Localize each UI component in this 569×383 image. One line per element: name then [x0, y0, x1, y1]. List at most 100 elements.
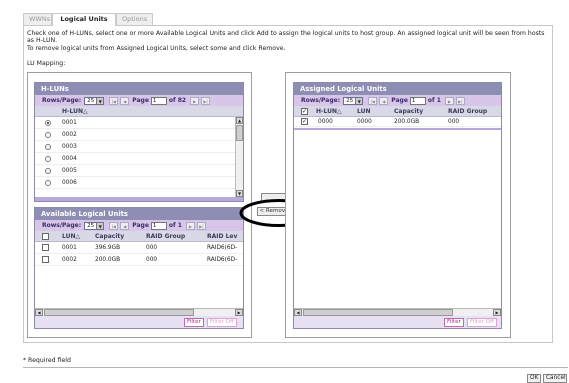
rows-per-page-select[interactable]: 25 ▼ [84, 221, 105, 230]
page-label: Page [391, 97, 408, 104]
table-row[interactable]: 0001 [35, 117, 243, 129]
scroll-right-icon[interactable]: ▶ [235, 309, 243, 316]
row-radio[interactable] [45, 180, 51, 186]
first-page-icon[interactable]: |◀ [368, 96, 378, 105]
rows-per-page-select[interactable]: 25 ▼ [84, 96, 105, 105]
next-page-icon[interactable]: ▶ [190, 96, 200, 105]
select-all-checkbox[interactable]: ✓ [301, 108, 308, 115]
page-label: Page [132, 97, 149, 104]
ok-button[interactable]: OK [527, 374, 541, 383]
assigned-lu-filter-bar: Filter Filter Off [294, 316, 501, 328]
column-lun[interactable]: LUN△ [62, 233, 80, 240]
column-raid-level[interactable]: RAID Lev [207, 233, 237, 240]
available-lu-column-header: LUN△ Capacity RAID Group RAID Lev [35, 231, 243, 242]
last-page-icon[interactable]: ▶| [196, 221, 206, 230]
hluns-footer-bar [35, 197, 243, 201]
scroll-down-icon[interactable]: ▼ [236, 190, 243, 197]
prev-page-icon[interactable]: ◀ [120, 96, 130, 105]
next-page-icon[interactable]: ▶ [444, 96, 454, 105]
column-hlun[interactable]: H-LUN△ [316, 108, 342, 115]
rows-per-page-label: Rows/Page: [301, 97, 341, 104]
page-label: Page [132, 222, 149, 229]
scroll-left-icon[interactable]: ◀ [35, 309, 43, 316]
first-page-icon[interactable]: |◀ [109, 221, 119, 230]
hluns-column-header: H-LUN△ [35, 106, 243, 117]
column-capacity[interactable]: Capacity [95, 233, 124, 240]
last-page-icon[interactable]: ▶| [201, 96, 211, 105]
assigned-lu-title: Assigned Logical Units [294, 83, 501, 95]
scroll-up-icon[interactable]: ▲ [236, 117, 243, 124]
select-all-checkbox[interactable] [42, 233, 49, 240]
chevron-down-icon: ▼ [96, 97, 104, 104]
row-radio[interactable] [45, 132, 51, 138]
row-checkbox[interactable] [42, 244, 49, 251]
hluns-panel: H-LUNs Rows/Page: 25 ▼ |◀ ◀ Page 1 of 82 … [34, 82, 244, 202]
page-input[interactable]: 1 [150, 96, 167, 105]
row-checkbox[interactable] [42, 256, 49, 263]
page-input[interactable]: 1 [150, 221, 167, 230]
column-lun[interactable]: LUN [357, 108, 371, 115]
row-radio[interactable] [45, 120, 51, 126]
table-row[interactable]: 0005 [35, 165, 243, 177]
row-checkbox[interactable]: ✓ [301, 118, 308, 125]
tab-options[interactable]: Options [116, 13, 153, 25]
table-row[interactable]: ✓ 0000 0000 200.0GB 000 [294, 117, 501, 127]
filter-off-button[interactable]: Filter Off [467, 318, 497, 327]
instructions-line-2: To remove logical units from Assigned Lo… [27, 44, 286, 52]
available-lu-pager: Rows/Page: 25 ▼ |◀ ◀ Page 1 of 1 ▶ ▶| [35, 220, 243, 231]
filter-off-button[interactable]: Filter Off [207, 318, 237, 327]
rows-per-page-label: Rows/Page: [42, 222, 82, 229]
cancel-button[interactable]: Cancel [543, 374, 567, 383]
hluns-pager: Rows/Page: 25 ▼ |◀ ◀ Page 1 of 82 ▶ ▶| [35, 95, 243, 106]
scroll-right-icon[interactable]: ▶ [493, 309, 501, 316]
column-capacity[interactable]: Capacity [394, 108, 423, 115]
table-row[interactable]: 0004 [35, 153, 243, 165]
assigned-lu-scroll-bar [294, 128, 501, 130]
lu-mapping-label: LU Mapping: [27, 60, 66, 67]
row-radio[interactable] [45, 168, 51, 174]
assigned-lu-column-header: ✓ H-LUN△ LUN Capacity RAID Group [294, 106, 501, 117]
rows-per-page-label: Rows/Page: [42, 97, 82, 104]
row-radio[interactable] [45, 156, 51, 162]
available-lu-horizontal-scrollbar[interactable]: ◀ ▶ [35, 308, 243, 316]
chevron-down-icon: ▼ [355, 97, 363, 104]
hluns-title: H-LUNs [35, 83, 243, 95]
table-row[interactable]: 0002 200.0GB 000 RAID6(6D- [35, 254, 243, 266]
scroll-thumb[interactable] [303, 309, 453, 316]
column-hlun[interactable]: H-LUN△ [62, 108, 88, 115]
filter-button[interactable]: Filter [184, 318, 204, 327]
available-lu-panel: Available Logical Units Rows/Page: 25 ▼ |… [34, 207, 244, 329]
prev-page-icon[interactable]: ◀ [379, 96, 389, 105]
prev-page-icon[interactable]: ◀ [120, 221, 130, 230]
assigned-lu-pager: Rows/Page: 25 ▼ |◀ ◀ Page 1 of 1 ▶ ▶| [294, 95, 501, 106]
table-row[interactable]: 0006 [35, 177, 243, 189]
table-row[interactable]: 0002 [35, 129, 243, 141]
scroll-thumb[interactable] [236, 125, 243, 141]
hluns-vertical-scrollbar[interactable]: ▲ ▼ [235, 117, 243, 197]
chevron-down-icon: ▼ [96, 222, 104, 229]
scroll-thumb[interactable] [44, 309, 194, 316]
tab-logical-units[interactable]: Logical Units [52, 13, 116, 26]
page-count: of 1 [168, 222, 182, 229]
table-row[interactable]: 0001 396.9GB 000 RAID6(6D- [35, 242, 243, 254]
footer-divider [23, 367, 568, 368]
column-raid-group[interactable]: RAID Group [448, 108, 487, 115]
page-input[interactable]: 1 [409, 96, 426, 105]
row-radio[interactable] [45, 144, 51, 150]
hluns-rows: 0001 0002 0003 0004 0005 0006 [35, 117, 243, 189]
available-lu-title: Available Logical Units [35, 208, 243, 220]
column-raid-group[interactable]: RAID Group [146, 233, 185, 240]
table-row[interactable]: 0003 [35, 141, 243, 153]
scroll-left-icon[interactable]: ◀ [294, 309, 302, 316]
tab-wwns[interactable]: WWNs [23, 13, 52, 25]
required-field-note: * Required field [23, 357, 71, 364]
rows-per-page-select[interactable]: 25 ▼ [343, 96, 364, 105]
first-page-icon[interactable]: |◀ [109, 96, 119, 105]
assigned-lu-panel: Assigned Logical Units Rows/Page: 25 ▼ |◀… [293, 82, 502, 329]
filter-button[interactable]: Filter [444, 318, 464, 327]
last-page-icon[interactable]: ▶| [455, 96, 465, 105]
instructions-line-1: Check one of H-LUNs, select one or more … [27, 30, 545, 45]
available-lu-filter-bar: Filter Filter Off [35, 316, 243, 328]
assigned-lu-horizontal-scrollbar[interactable]: ◀ ▶ [294, 308, 501, 316]
next-page-icon[interactable]: ▶ [185, 221, 195, 230]
